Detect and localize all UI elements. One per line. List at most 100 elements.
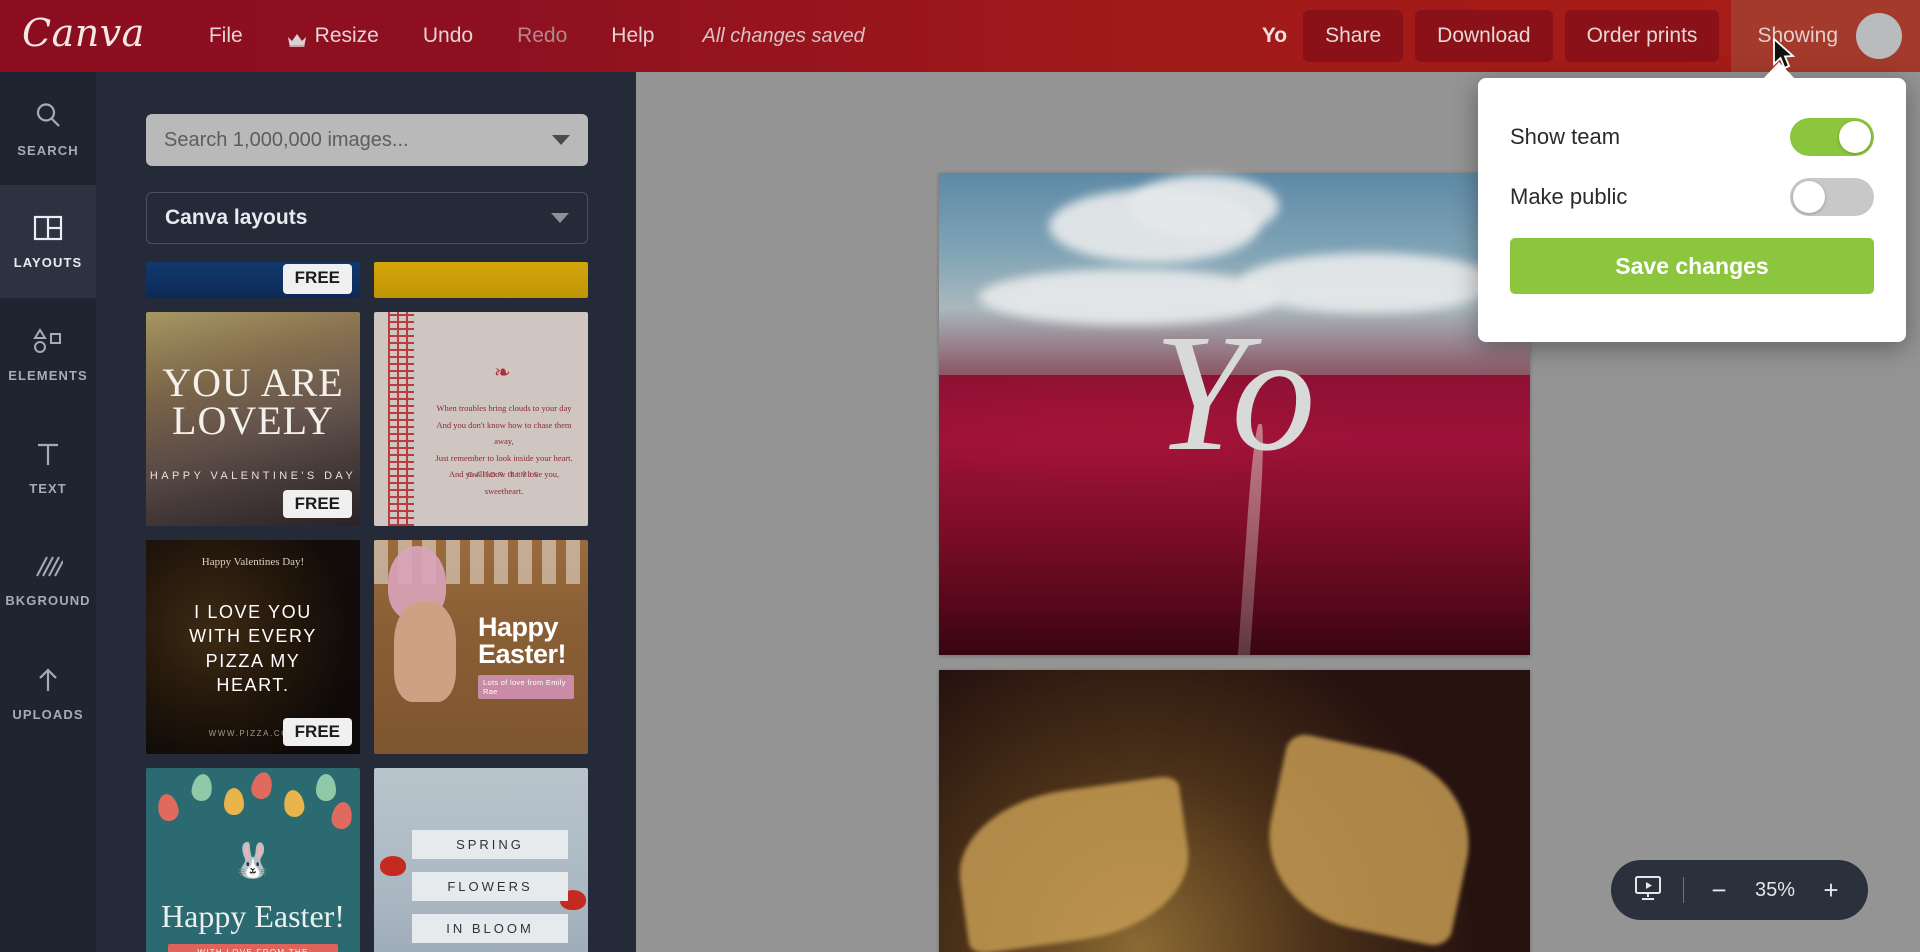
make-public-toggle[interactable] xyxy=(1790,178,1874,216)
showing-label: Showing xyxy=(1757,24,1838,47)
template-thumbnail-poem[interactable]: ❧ When troubles bring clouds to your day… xyxy=(374,312,588,526)
share-button[interactable]: Share xyxy=(1303,10,1404,62)
template-row: YOU ARE LOVELY HAPPY VALENTINE'S DAY FRE… xyxy=(146,312,588,526)
canva-logo[interactable]: Canva xyxy=(22,14,145,58)
poem-text: When troubles bring clouds to your day A… xyxy=(435,403,573,496)
menu-item-undo-label: Undo xyxy=(422,24,474,47)
sidebar-item-text[interactable]: TEXT xyxy=(0,411,96,524)
layout-category-select[interactable]: Canva layouts xyxy=(146,192,588,244)
template-thumbnail-easter-kid[interactable]: Happy Easter! Lots of love from Emily Ra… xyxy=(374,540,588,754)
egg-icon xyxy=(224,788,244,815)
template-row: 🐰 Happy Easter! WITH LOVE FROM THE STEVE… xyxy=(146,768,588,952)
layouts-icon xyxy=(33,214,63,247)
menu-item-help[interactable]: Help xyxy=(593,16,672,56)
save-status: All changes saved xyxy=(702,24,865,47)
zoom-in-button[interactable]: + xyxy=(1816,877,1846,903)
sidebar-item-uploads-label: UPLOADS xyxy=(12,706,84,722)
divider xyxy=(1683,877,1684,903)
top-toolbar: Canva File Resize Undo Redo Help All cha… xyxy=(0,0,1920,72)
template-title: Happy Easter! xyxy=(161,898,345,934)
egg-icon xyxy=(190,772,214,803)
upload-icon xyxy=(34,666,62,699)
canvas-page-1[interactable]: Yo xyxy=(939,173,1530,655)
decorative-border xyxy=(388,312,414,526)
child-figure xyxy=(394,602,456,702)
sidebar-item-elements[interactable]: ELEMENTS xyxy=(0,298,96,411)
canva-editor: Canva File Resize Undo Redo Help All cha… xyxy=(0,0,1920,952)
show-team-row: Show team xyxy=(1510,112,1874,162)
show-team-toggle[interactable] xyxy=(1790,118,1874,156)
template-thumbnail-valentine[interactable]: YOU ARE LOVELY HAPPY VALENTINE'S DAY FRE… xyxy=(146,312,360,526)
egg-icon xyxy=(249,769,275,802)
menu-item-resize[interactable]: Resize xyxy=(269,16,397,56)
egg-icon xyxy=(316,774,336,801)
egg-icon xyxy=(282,788,306,819)
menu-item-help-label: Help xyxy=(611,24,655,47)
order-prints-button[interactable]: Order prints xyxy=(1564,10,1720,62)
sidebar-item-text-label: TEXT xyxy=(29,480,67,496)
template-subtitle: HAPPY VALENTINE'S DAY xyxy=(149,470,357,482)
poem-signature: GABOR TIMIS xyxy=(467,470,541,479)
avatar[interactable] xyxy=(1856,13,1902,59)
make-public-row: Make public xyxy=(1510,172,1874,222)
free-badge: FREE xyxy=(282,718,352,746)
chevron-down-icon[interactable] xyxy=(551,213,569,223)
chevron-down-icon[interactable] xyxy=(552,135,570,145)
bunny-icon: 🐰 xyxy=(231,842,275,880)
left-rail: SEARCH LAYOUTS ELEMENTS TEXT BKGROUND UP… xyxy=(0,72,96,952)
template-subtitle: Lots of love from Emily Rae xyxy=(478,675,574,699)
pizza-shape xyxy=(1252,731,1486,949)
sidebar-item-layouts-label: LAYOUTS xyxy=(13,254,83,270)
sidebar-item-uploads[interactable]: UPLOADS xyxy=(0,637,96,750)
cloud-shape xyxy=(1129,175,1279,237)
layouts-panel: Search 1,000,000 images... Canva layouts… xyxy=(96,72,636,952)
zoom-out-button[interactable]: − xyxy=(1704,877,1734,903)
search-icon xyxy=(33,100,63,135)
menu-item-file[interactable]: File xyxy=(191,16,261,56)
sidebar-item-search[interactable]: SEARCH xyxy=(0,72,96,185)
template-eyebrow: Happy Valentines Day! xyxy=(201,556,305,568)
menu-item-redo[interactable]: Redo xyxy=(499,16,585,56)
template-thumbnail[interactable]: FREE xyxy=(146,262,360,298)
search-input-placeholder: Search 1,000,000 images... xyxy=(164,128,409,151)
elements-icon xyxy=(32,327,64,360)
template-thumbnail-spring[interactable]: SPRING FLOWERS IN BLOOM xyxy=(374,768,588,952)
search-input[interactable]: Search 1,000,000 images... xyxy=(146,114,588,166)
toggle-knob xyxy=(1839,121,1871,153)
document-title[interactable]: Yo xyxy=(1262,24,1287,48)
sidebar-item-elements-label: ELEMENTS xyxy=(8,367,88,383)
sidebar-item-background-label: BKGROUND xyxy=(5,592,91,608)
free-badge: FREE xyxy=(282,264,352,294)
background-icon xyxy=(33,554,64,585)
toggle-knob xyxy=(1793,181,1825,213)
template-grid: FREE YOU ARE LOVELY HAPPY VALENTINE'S DA… xyxy=(146,262,588,952)
flower-icon xyxy=(380,856,406,876)
canvas-text-element[interactable]: Yo xyxy=(939,309,1530,477)
crown-icon xyxy=(287,29,307,47)
menu-item-file-label: File xyxy=(208,24,243,47)
egg-icon xyxy=(329,800,355,831)
zoom-toolbar: − 35% + xyxy=(1611,860,1868,920)
template-subtitle: WITH LOVE FROM THE STEVENSON FAMILY xyxy=(168,944,338,952)
present-icon[interactable] xyxy=(1633,874,1663,907)
canvas-page-2[interactable] xyxy=(939,670,1530,952)
zoom-level: 35% xyxy=(1754,878,1796,901)
free-badge: FREE xyxy=(282,490,352,518)
menu-item-undo[interactable]: Undo xyxy=(405,16,491,56)
sidebar-item-layouts[interactable]: LAYOUTS xyxy=(0,185,96,298)
template-row: Happy Valentines Day! I LOVE YOU WITH EV… xyxy=(146,540,588,754)
template-thumbnail-pizza[interactable]: Happy Valentines Day! I LOVE YOU WITH EV… xyxy=(146,540,360,754)
text-icon xyxy=(34,440,62,473)
top-toolbar-right: Yo Share Download Order prints Showing xyxy=(1262,0,1920,72)
download-button[interactable]: Download xyxy=(1415,10,1553,62)
make-public-label: Make public xyxy=(1510,184,1628,209)
visibility-popover: Show team Make public Save changes xyxy=(1478,78,1906,342)
template-thumbnail-easter-eggs[interactable]: 🐰 Happy Easter! WITH LOVE FROM THE STEVE… xyxy=(146,768,360,952)
template-thumbnail[interactable] xyxy=(374,262,588,298)
save-changes-button[interactable]: Save changes xyxy=(1510,238,1874,294)
sidebar-item-background[interactable]: BKGROUND xyxy=(0,524,96,637)
showing-button[interactable]: Showing xyxy=(1731,0,1920,72)
menu-item-redo-label: Redo xyxy=(517,24,568,47)
template-line-3: IN BLOOM xyxy=(412,914,568,943)
menu-item-resize-label: Resize xyxy=(314,24,379,47)
